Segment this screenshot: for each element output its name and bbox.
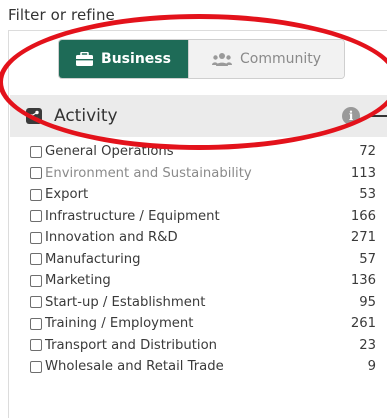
share-icon bbox=[26, 108, 42, 124]
activity-filter-row[interactable]: Start-up / Establishment 95 bbox=[30, 292, 387, 314]
activity-label: Training / Employment bbox=[45, 316, 194, 332]
filter-heading: Filter or refine bbox=[8, 6, 115, 24]
activity-filter-row[interactable]: Transport and Distribution 23 bbox=[30, 335, 387, 357]
activity-label: General Operations bbox=[45, 144, 174, 160]
activity-count: 9 bbox=[367, 359, 376, 374]
activity-list: General Operations 72 Environment and Sust… bbox=[30, 141, 387, 378]
activity-section-header[interactable]: Activity i bbox=[10, 95, 387, 137]
activity-label: Marketing bbox=[45, 273, 111, 289]
activity-label: Innovation and R&D bbox=[45, 230, 178, 246]
briefcase-icon bbox=[76, 52, 94, 66]
activity-checkbox[interactable] bbox=[30, 339, 42, 352]
activity-checkbox[interactable] bbox=[30, 231, 42, 244]
activity-filter-row[interactable]: Environment and Sustainability 113 bbox=[30, 163, 387, 185]
activity-count: 136 bbox=[350, 273, 376, 288]
activity-count: 95 bbox=[359, 294, 376, 310]
activity-count: 53 bbox=[359, 187, 376, 202]
activity-checkbox[interactable] bbox=[30, 145, 42, 158]
filter-page: Filter or refine Business Community Acti… bbox=[0, 0, 387, 418]
category-toggle: Business Community bbox=[59, 40, 344, 78]
activity-label: Infrastructure / Equipment bbox=[45, 208, 220, 224]
activity-count: 23 bbox=[359, 337, 376, 353]
info-icon[interactable]: i bbox=[342, 107, 360, 125]
activity-label: Wholesale and Retail Trade bbox=[45, 359, 224, 375]
activity-label: Manufacturing bbox=[45, 251, 141, 267]
activity-label: Transport and Distribution bbox=[45, 337, 218, 353]
activity-filter-row[interactable]: Infrastructure / Equipment 166 bbox=[30, 206, 387, 228]
activity-checkbox[interactable] bbox=[30, 253, 42, 266]
activity-count: 57 bbox=[359, 251, 376, 267]
activity-count: 113 bbox=[350, 165, 376, 181]
activity-count: 166 bbox=[350, 208, 376, 224]
activity-checkbox[interactable] bbox=[30, 274, 42, 287]
activity-filter-row[interactable]: Wholesale and Retail Trade 9 bbox=[30, 356, 387, 378]
users-icon bbox=[211, 52, 232, 66]
activity-filter-row[interactable]: Innovation and R&D 271 bbox=[30, 227, 387, 249]
activity-checkbox[interactable] bbox=[30, 360, 42, 373]
activity-count: 271 bbox=[350, 230, 376, 245]
community-tab-button[interactable]: Community bbox=[188, 40, 344, 78]
activity-filter-row[interactable]: Training / Employment 261 bbox=[30, 313, 387, 335]
activity-filter-row[interactable]: Marketing 136 bbox=[30, 270, 387, 292]
activity-label: Environment and Sustainability bbox=[45, 165, 252, 181]
activity-checkbox[interactable] bbox=[30, 167, 42, 180]
activity-section-title: Activity bbox=[54, 106, 118, 126]
activity-filter-row[interactable]: Manufacturing 57 bbox=[30, 249, 387, 271]
activity-checkbox[interactable] bbox=[30, 296, 42, 309]
activity-label: Export bbox=[45, 187, 89, 203]
activity-filter-row[interactable]: General Operations 72 bbox=[30, 141, 387, 163]
activity-label: Start-up / Establishment bbox=[45, 294, 206, 310]
filter-panel: Business Community Activity i General Op… bbox=[8, 30, 387, 418]
activity-count: 72 bbox=[359, 144, 376, 159]
activity-count: 261 bbox=[350, 316, 376, 331]
activity-filter-row[interactable]: Export 53 bbox=[30, 184, 387, 206]
activity-checkbox[interactable] bbox=[30, 210, 42, 223]
collapse-minus-icon[interactable] bbox=[371, 115, 387, 117]
activity-checkbox[interactable] bbox=[30, 317, 42, 330]
business-tab-button[interactable]: Business bbox=[59, 40, 188, 78]
business-tab-label: Business bbox=[101, 51, 171, 67]
activity-checkbox[interactable] bbox=[30, 188, 42, 201]
community-tab-label: Community bbox=[239, 51, 322, 67]
